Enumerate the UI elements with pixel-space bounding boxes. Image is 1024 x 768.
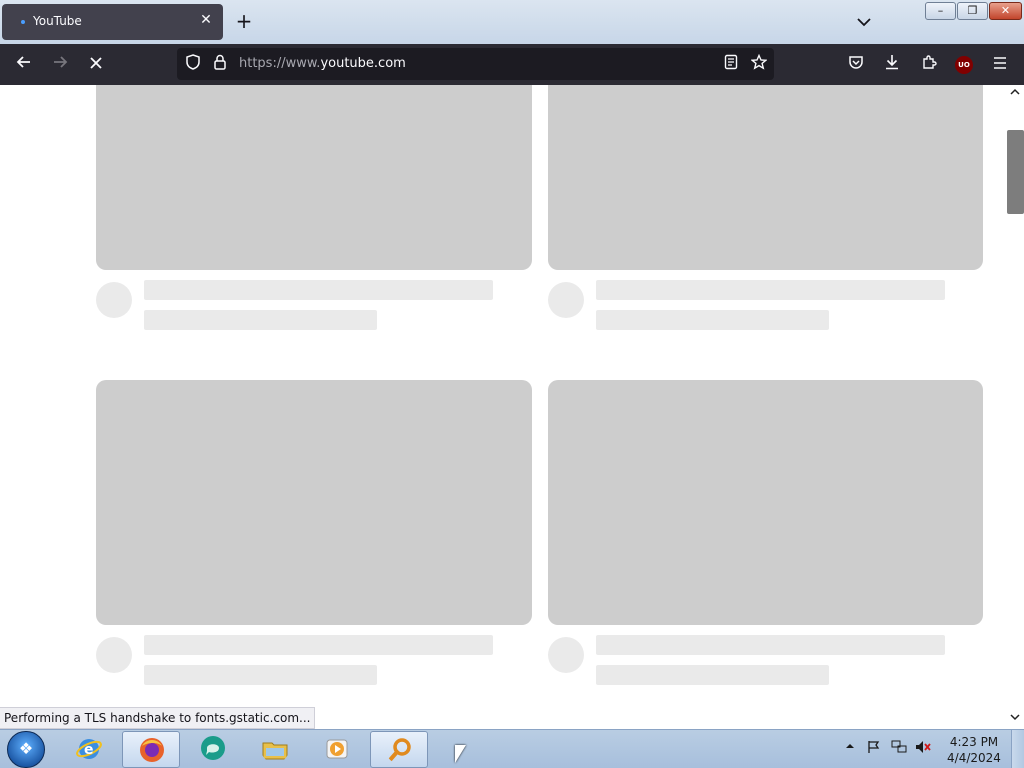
mouse-cursor-icon	[455, 745, 466, 763]
arrow-right-icon	[54, 56, 68, 68]
tab-youtube[interactable]: YouTube ✕	[2, 4, 223, 40]
video-title-placeholder	[144, 280, 493, 300]
chevron-up-icon	[846, 744, 854, 748]
action-center-flag-icon[interactable]	[866, 740, 882, 756]
video-thumbnail-placeholder[interactable]	[96, 380, 532, 625]
app-menu-button[interactable]	[987, 52, 1013, 78]
taskbar-search-app[interactable]	[370, 731, 428, 768]
video-thumbnail-placeholder[interactable]	[548, 85, 983, 270]
network-icon[interactable]	[891, 740, 907, 756]
taskbar-internet-explorer[interactable]: e	[60, 731, 118, 768]
page-content[interactable]	[0, 85, 1024, 729]
close-tab-button[interactable]: ✕	[197, 11, 215, 29]
stop-x-icon	[90, 57, 102, 69]
new-tab-button[interactable]: +	[232, 10, 256, 34]
tab-title: YouTube	[33, 14, 82, 28]
video-meta-placeholder	[596, 665, 829, 685]
shield-icon[interactable]	[183, 54, 203, 74]
taskbar-firefox[interactable]	[122, 731, 180, 768]
puzzle-icon	[923, 55, 937, 69]
video-title-placeholder	[144, 635, 493, 655]
arrow-left-icon	[16, 56, 30, 68]
navigation-toolbar: https://www.youtube.com UO	[0, 44, 1024, 85]
video-meta-placeholder	[144, 310, 377, 330]
lock-icon[interactable]	[210, 54, 230, 74]
volume-muted-icon[interactable]	[915, 740, 931, 756]
back-button[interactable]	[11, 52, 37, 78]
show-desktop-button[interactable]	[1011, 730, 1024, 768]
close-window-button[interactable]: ✕	[989, 2, 1022, 20]
taskbar-windows-explorer[interactable]	[246, 731, 304, 768]
hamburger-menu-icon	[994, 57, 1006, 69]
tab-strip: YouTube ✕ + – ❐ ✕	[0, 0, 1024, 44]
minimize-button[interactable]: –	[925, 2, 956, 20]
stop-button[interactable]	[83, 52, 109, 78]
ublock-origin-icon[interactable]: UO	[955, 56, 973, 74]
download-icon	[886, 55, 898, 70]
downloads-button[interactable]	[879, 52, 905, 78]
video-title-placeholder	[596, 280, 945, 300]
status-panel: Performing a TLS handshake to fonts.gsta…	[0, 707, 316, 729]
restore-button[interactable]: ❐	[957, 2, 988, 20]
video-thumbnail-placeholder[interactable]	[96, 85, 532, 270]
video-title-placeholder	[596, 635, 945, 655]
star-icon[interactable]	[749, 53, 769, 74]
scroll-down-icon[interactable]	[1009, 713, 1021, 725]
magnifier-icon	[388, 738, 411, 762]
url-bar[interactable]: https://www.youtube.com	[177, 48, 774, 80]
extensions-button[interactable]	[916, 52, 942, 78]
channel-avatar-placeholder	[548, 282, 584, 318]
loading-dot-icon	[21, 20, 25, 24]
scrollbar-thumb[interactable]	[1007, 130, 1024, 214]
folder-icon	[262, 742, 288, 760]
pocket-icon	[849, 56, 863, 69]
taskbar: ❖ e 4:23 PM 4/4/2024	[0, 729, 1024, 768]
show-hidden-icons-button[interactable]	[845, 742, 855, 753]
internet-explorer-icon: e	[76, 739, 102, 759]
taskbar-chat-app[interactable]	[184, 731, 242, 768]
channel-avatar-placeholder	[96, 637, 132, 673]
svg-text:e: e	[84, 742, 94, 758]
channel-avatar-placeholder	[96, 282, 132, 318]
pocket-button[interactable]	[843, 52, 869, 78]
list-all-tabs-button[interactable]	[852, 12, 876, 32]
firefox-icon	[140, 738, 164, 762]
scroll-up-icon[interactable]	[1009, 88, 1021, 100]
browser-window: YouTube ✕ + – ❐ ✕ https://www.youtube.co	[0, 0, 1024, 729]
start-button[interactable]: ❖	[7, 731, 45, 768]
chevron-down-icon	[857, 18, 871, 27]
url-text[interactable]: https://www.youtube.com	[239, 56, 406, 71]
system-clock[interactable]: 4:23 PM 4/4/2024	[944, 734, 1004, 766]
taskbar-media-player[interactable]	[308, 731, 366, 768]
video-meta-placeholder	[144, 665, 377, 685]
windows-logo-icon: ❖	[18, 739, 34, 758]
forward-button[interactable]	[47, 52, 73, 78]
media-player-icon	[326, 739, 348, 759]
chat-bubble-icon	[201, 736, 225, 760]
video-meta-placeholder	[596, 310, 829, 330]
reader-view-icon[interactable]	[721, 54, 741, 74]
channel-avatar-placeholder	[548, 637, 584, 673]
video-thumbnail-placeholder[interactable]	[548, 380, 983, 625]
